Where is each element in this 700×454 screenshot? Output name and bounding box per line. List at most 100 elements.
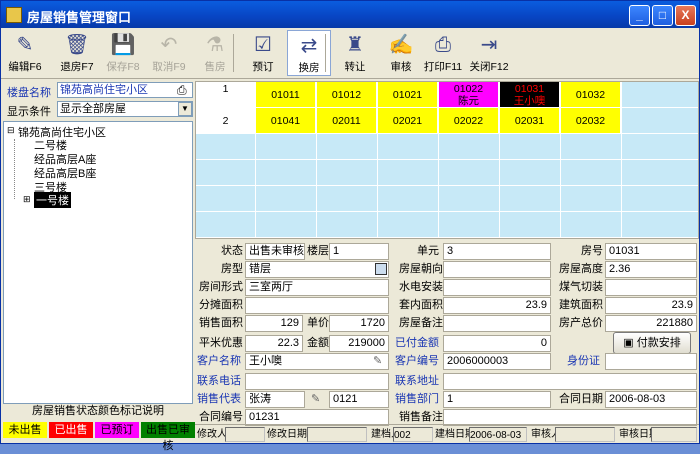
toolbar-button-edit[interactable]: ✎ 编辑F6 (3, 30, 47, 76)
sale-area-field[interactable]: 129 (245, 315, 303, 332)
room-form-field[interactable]: 三室两厅 (245, 279, 389, 296)
toolbar-button-audit[interactable]: ✍ 审核 (379, 30, 423, 76)
toolbar-separator (325, 34, 326, 72)
sale-area-label: 销售面积 (199, 317, 243, 329)
payment-plan-label: 付款安排 (636, 337, 681, 349)
left-panel: 楼盘名称 锦苑高尚住宅小区 ⎙ 显示条件 显示全部房屋 ▼ ⊟ 锦苑高尚住宅小区… (3, 81, 195, 452)
room-cell[interactable]: 01012 (317, 82, 377, 108)
toolbar-button-sell[interactable]: ⚗ 售房 (193, 30, 237, 76)
type-field[interactable]: 错层 (245, 261, 389, 278)
swap-icon: ⇄ (300, 35, 318, 57)
contract-date-field[interactable]: 2006-08-03 (605, 391, 697, 408)
project-label: 楼盘名称 (7, 87, 51, 99)
discount-field[interactable]: 22.3 (245, 335, 303, 352)
paid-field[interactable]: 0 (443, 335, 551, 352)
toolbar-button-save[interactable]: 💾 保存F8 (101, 30, 145, 76)
price-label: 单价 (307, 317, 329, 329)
creator-value: 002 (393, 427, 433, 442)
total-label: 房产总价 (559, 317, 603, 329)
room-cell[interactable]: 02021 (378, 108, 438, 134)
room-cell[interactable]: 01011 (256, 82, 316, 108)
room-no-label: 房号 (581, 245, 603, 257)
total-field[interactable]: 221880 (605, 315, 697, 332)
agent-code-field[interactable]: 0121 (329, 391, 389, 408)
room-cell[interactable]: 01022 陈元 (439, 82, 499, 108)
dept-label: 销售部门 (395, 393, 439, 405)
toolbar-button-exit[interactable]: ⇥ 关闭F12 (467, 30, 511, 76)
toolbar-button-label: 转让 (344, 61, 366, 73)
exit-icon: ⇥ (480, 34, 498, 56)
lookup-icon[interactable]: ✎ (311, 392, 320, 405)
room-cell[interactable]: 01021 (378, 82, 438, 108)
room-cell[interactable]: 02022 (439, 108, 499, 134)
room-cell[interactable]: 01031 王小噢 (500, 82, 560, 108)
gas-label: 煤气切装 (559, 281, 603, 293)
title-bar: 房屋销售管理窗口 _ □ X (1, 1, 699, 28)
agent-label: 销售代表 (197, 393, 241, 405)
room-code: 02032 (575, 115, 606, 127)
height-field[interactable]: 2.36 (605, 261, 697, 278)
room-form-label: 房间形式 (199, 281, 243, 293)
toolbar-button-undo[interactable]: ↶ 取消F9 (147, 30, 191, 76)
toolbar-button-printer[interactable]: ⎙ 打印F11 (421, 30, 465, 76)
toolbar-button-transfer[interactable]: ♜ 转让 (333, 30, 377, 76)
room-code: 01022 (453, 83, 484, 95)
tree-item-selected[interactable]: 一号楼 (34, 192, 71, 208)
phone-label: 联系电话 (197, 375, 241, 387)
close-button[interactable]: X (675, 5, 696, 26)
price-field[interactable]: 1720 (329, 315, 389, 332)
customer-field[interactable]: 王小噢 (245, 353, 389, 370)
amount-field[interactable]: 219000 (329, 335, 389, 352)
build-area-field[interactable]: 23.9 (605, 297, 697, 314)
mod-date-label: 修改日期 (267, 429, 307, 440)
maximize-button[interactable]: □ (652, 5, 673, 26)
room-cell[interactable]: 01032 (561, 82, 621, 108)
phone-field[interactable] (245, 373, 389, 390)
gas-field[interactable] (605, 279, 697, 296)
toolbar-button-reserve[interactable]: ☑ 预订 (241, 30, 285, 76)
customer-no-field[interactable]: 2006000003 (443, 353, 551, 370)
room-code: 01011 (271, 89, 300, 101)
minimize-button[interactable]: _ (629, 5, 650, 26)
share-area-field[interactable] (245, 297, 389, 314)
room-code: 01021 (392, 89, 423, 101)
note-field[interactable] (443, 315, 551, 332)
orient-field[interactable] (443, 261, 551, 278)
status-bar: 修改人 修改日期 建档人 002 建档日期 2006-08-03 审核人 审核日期 (195, 424, 699, 443)
inner-area-label: 套内面积 (399, 299, 443, 311)
collapse-icon[interactable]: ⊟ (7, 125, 15, 136)
customer-label: 客户名称 (197, 355, 241, 367)
building-tree: ⊟ 锦苑高尚住宅小区 二号楼 经品高层A座 经品高层B座 三号楼 ⊞ 一号楼 (3, 121, 193, 404)
lookup-icon[interactable] (375, 263, 387, 275)
toolbar-button-trash[interactable]: 🗑 退房F7 (55, 30, 99, 76)
toolbar-separator (233, 34, 234, 72)
room-grid: 1 01011 01012 01021 01022 陈元 01031 王小噢 01032 2 010… (195, 81, 699, 239)
dept-field[interactable]: 1 (443, 391, 551, 408)
room-no-field[interactable]: 01031 (605, 243, 697, 260)
project-input[interactable]: 锦苑高尚住宅小区 (57, 82, 193, 98)
room-cell[interactable]: 02011 (317, 108, 377, 134)
edit-icon[interactable]: ✎ (373, 354, 382, 367)
expand-icon[interactable]: ⊞ (23, 194, 31, 205)
height-label: 房屋高度 (559, 263, 603, 275)
edit-icon: ✎ (16, 34, 34, 56)
chevron-down-icon[interactable]: ▼ (178, 102, 192, 116)
filter-select[interactable]: 显示全部房屋 (57, 101, 193, 117)
inner-area-field[interactable]: 23.9 (443, 297, 551, 314)
orient-label: 房屋朝向 (399, 263, 443, 275)
room-cell[interactable]: 02032 (561, 108, 621, 134)
printer-small-icon[interactable]: ⎙ (177, 83, 187, 98)
id-card-field[interactable] (605, 353, 697, 370)
address-field[interactable] (443, 373, 697, 390)
toolbar-button-label: 审核 (390, 61, 412, 73)
unit-field[interactable]: 3 (443, 243, 551, 260)
status-field[interactable]: 出售未审核 (245, 243, 305, 260)
payment-plan-button[interactable]: ▣ 付款安排 (613, 332, 691, 354)
water-field[interactable] (443, 279, 551, 296)
floor-field[interactable]: 1 (329, 243, 389, 260)
note-label: 房屋备注 (399, 317, 443, 329)
room-cell[interactable]: 02031 (500, 108, 560, 134)
agent-field[interactable]: 张涛 (245, 391, 305, 408)
room-code: 01032 (575, 89, 606, 101)
room-cell[interactable]: 01041 (256, 108, 316, 134)
